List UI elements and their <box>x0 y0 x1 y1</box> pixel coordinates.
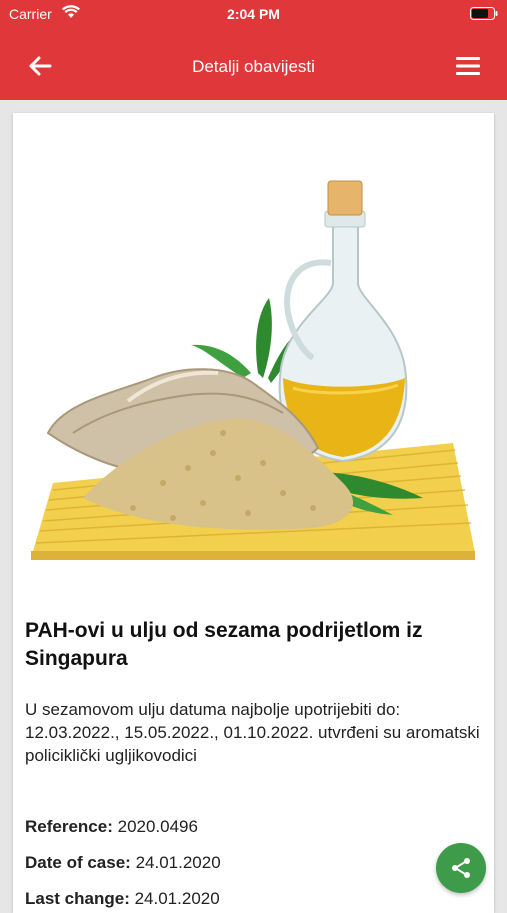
date-of-case-row: Date of case: 24.01.2020 <box>25 853 221 873</box>
share-icon <box>452 858 470 878</box>
last-change-row: Last change: 24.01.2020 <box>25 889 220 909</box>
notice-card: PAH-ovi u ulju od sezama podrijetlom iz … <box>13 113 494 913</box>
status-bar: Carrier 2:04 PM <box>0 0 507 28</box>
date-of-case-label: Date of case: <box>25 853 131 872</box>
share-button[interactable] <box>436 843 486 893</box>
header-bar: Carrier 2:04 PM Detalji obavijesti <box>0 0 507 100</box>
last-change-value: 24.01.2020 <box>134 889 220 908</box>
navigation-bar: Detalji obavijesti <box>0 30 507 100</box>
reference-label: Reference: <box>25 817 113 836</box>
product-image <box>31 180 475 560</box>
page-title: Detalji obavijesti <box>192 57 315 76</box>
date-of-case-value: 24.01.2020 <box>135 853 221 872</box>
reference-value: 2020.0496 <box>117 817 198 836</box>
notice-title: PAH-ovi u ulju od sezama podrijetlom iz … <box>25 619 423 670</box>
battery-icon <box>470 7 498 20</box>
last-change-label: Last change: <box>25 889 130 908</box>
notice-description: U sezamovom ulju datuma najbolje upotrij… <box>25 700 480 765</box>
reference-row: Reference: 2020.0496 <box>25 817 198 837</box>
clock: 2:04 PM <box>227 6 280 22</box>
hamburger-menu-icon[interactable] <box>453 51 483 81</box>
